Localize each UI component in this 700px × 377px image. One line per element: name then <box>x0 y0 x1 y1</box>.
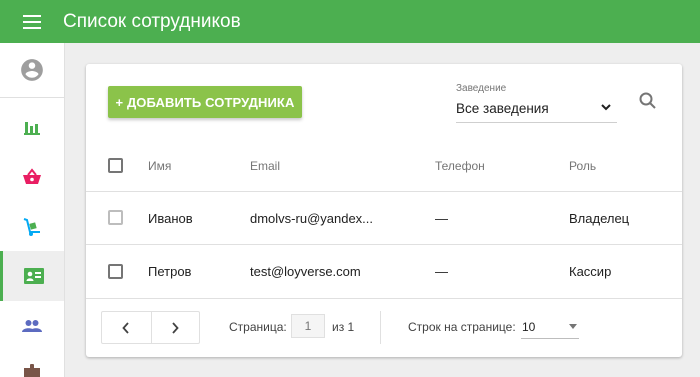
search-icon[interactable] <box>638 91 658 111</box>
table-header: Имя Email Телефон Роль <box>86 140 682 192</box>
employee-name: Петров <box>148 264 192 279</box>
caret-down-icon <box>569 324 577 329</box>
divider <box>380 311 381 344</box>
page-title: Список сотрудников <box>63 10 241 32</box>
bar-chart-icon <box>24 122 40 135</box>
sidebar-item-reports[interactable] <box>0 102 64 152</box>
sidebar-item-employees[interactable] <box>0 251 64 301</box>
row-checkbox[interactable] <box>108 210 123 225</box>
employee-email: dmolvs-ru@yandex... <box>250 211 374 226</box>
rows-per-page-label: Строк на странице: <box>408 320 516 334</box>
basket-icon <box>23 168 41 184</box>
sidebar-item-profile[interactable] <box>0 43 64 98</box>
sidebar-item-items[interactable] <box>0 152 64 202</box>
column-header-phone[interactable]: Телефон <box>435 159 485 173</box>
puzzle-icon <box>24 364 40 377</box>
column-header-name[interactable]: Имя <box>148 159 171 173</box>
employees-card: + ДОБАВИТЬ СОТРУДНИКА Заведение Все заве… <box>86 64 682 357</box>
chevron-left-icon <box>122 321 129 334</box>
dolly-icon <box>23 218 40 236</box>
add-employee-button[interactable]: + ДОБАВИТЬ СОТРУДНИКА <box>108 86 302 118</box>
rows-per-page-select[interactable]: 10 <box>521 315 579 339</box>
sidebar-nav <box>0 43 65 377</box>
next-page-button[interactable] <box>150 312 200 343</box>
employee-role: Кассир <box>569 264 612 279</box>
sidebar-item-inventory[interactable] <box>0 202 64 252</box>
badge-icon <box>23 268 44 284</box>
table-row[interactable]: Иванов dmolvs-ru@yandex... — Владелец <box>86 192 682 245</box>
employee-email: test@loyverse.com <box>250 264 361 279</box>
page-total: из 1 <box>332 320 355 334</box>
venue-select[interactable]: Заведение Все заведения <box>456 80 617 123</box>
employee-phone: — <box>435 264 448 279</box>
select-all-checkbox[interactable] <box>108 158 123 173</box>
rows-per-page-value: 10 <box>522 320 536 334</box>
chevron-right-icon <box>172 321 179 334</box>
hamburger-menu-icon[interactable] <box>21 14 43 30</box>
people-icon <box>22 320 42 332</box>
venue-select-value: Все заведения <box>456 101 549 116</box>
column-header-email[interactable]: Email <box>250 159 280 173</box>
table-row[interactable]: Петров test@loyverse.com — Кассир <box>86 245 682 299</box>
page-number-input[interactable]: 1 <box>291 314 325 338</box>
sidebar-item-settings[interactable] <box>0 349 64 377</box>
chevron-down-icon <box>601 104 611 111</box>
column-header-role[interactable]: Роль <box>569 159 596 173</box>
pagination-footer: Страница: 1 из 1 Строк на странице: 10 <box>86 299 682 357</box>
top-app-bar: Список сотрудников <box>0 0 700 43</box>
page-label: Страница: <box>229 320 287 334</box>
venue-select-label: Заведение <box>456 83 507 94</box>
employee-phone: — <box>435 211 448 226</box>
sidebar-item-customers[interactable] <box>0 301 64 351</box>
prev-page-button[interactable] <box>102 312 151 343</box>
row-checkbox[interactable] <box>108 264 123 279</box>
employee-name: Иванов <box>148 211 193 226</box>
pager-buttons <box>101 311 200 344</box>
employee-role: Владелец <box>569 211 630 226</box>
account-circle-icon <box>21 59 43 81</box>
